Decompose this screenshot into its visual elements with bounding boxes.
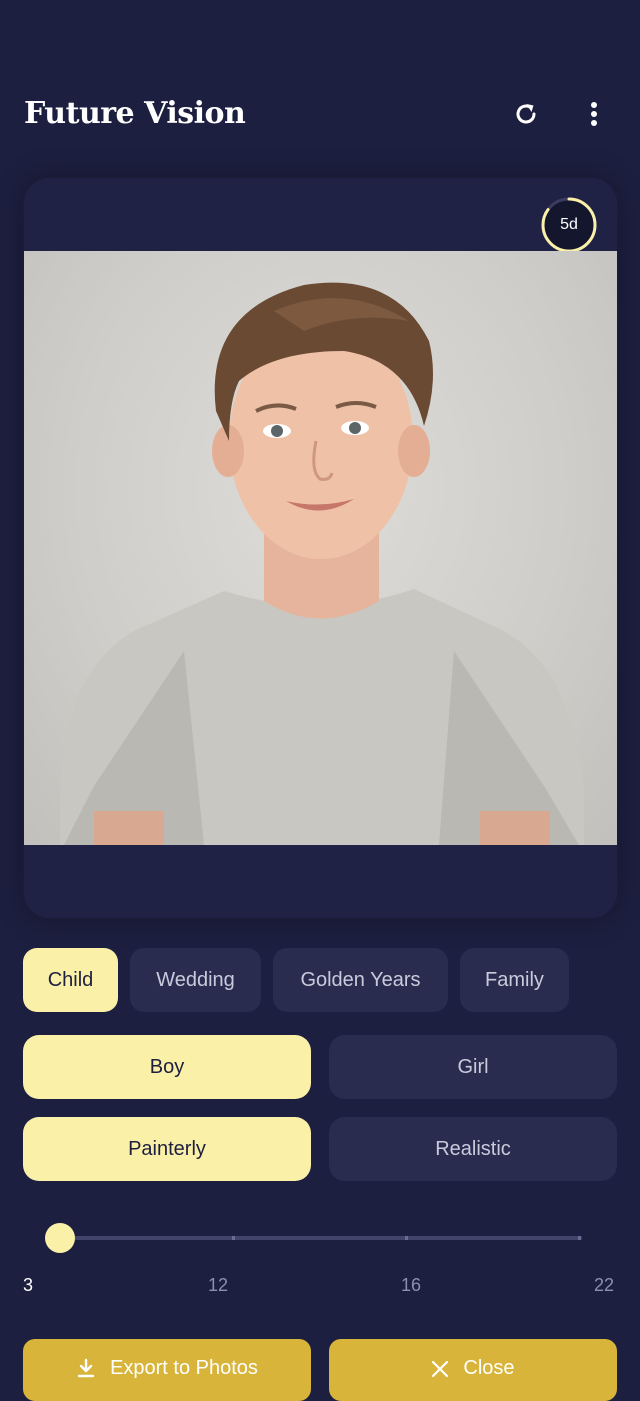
style-painterly-button[interactable]: Painterly xyxy=(23,1117,311,1181)
close-label: Close xyxy=(463,1357,515,1379)
age-tick-label: 12 xyxy=(208,1275,229,1295)
refresh-icon xyxy=(516,104,536,124)
slider-tick xyxy=(578,1236,581,1240)
gender-boy-button[interactable]: Boy xyxy=(23,1035,311,1099)
export-to-photos-button[interactable]: Export to Photos xyxy=(23,1339,311,1401)
badge-label: 5d xyxy=(560,216,578,233)
refresh-button[interactable] xyxy=(506,94,546,134)
close-icon xyxy=(432,1360,449,1378)
category-family-chip[interactable]: Family xyxy=(460,948,569,1012)
close-button[interactable]: Close xyxy=(329,1339,617,1401)
age-slider-track[interactable] xyxy=(60,1236,582,1240)
generated-portrait xyxy=(24,251,617,845)
slider-tick xyxy=(232,1236,235,1240)
style-realistic-button[interactable]: Realistic xyxy=(329,1117,617,1181)
slider-tick xyxy=(405,1236,408,1240)
page-title: Future Vision xyxy=(24,96,246,131)
app-header: Future Vision xyxy=(0,0,640,170)
more-options-button[interactable] xyxy=(574,94,614,134)
export-label: Export to Photos xyxy=(110,1357,258,1379)
more-vertical-icon xyxy=(591,102,597,126)
category-wedding-chip[interactable]: Wedding xyxy=(130,948,261,1012)
preview-card: 5d xyxy=(24,178,617,918)
category-golden-years-chip[interactable]: Golden Years xyxy=(273,948,448,1012)
age-tick-label: 16 xyxy=(401,1275,422,1295)
download-icon xyxy=(77,1358,95,1378)
time-remaining-badge: 5d xyxy=(540,196,598,254)
age-tick-label: 3 xyxy=(23,1275,34,1295)
age-slider-thumb[interactable] xyxy=(45,1223,75,1253)
age-tick-label: 22 xyxy=(594,1275,615,1295)
gender-girl-button[interactable]: Girl xyxy=(329,1035,617,1099)
category-child-chip[interactable]: Child xyxy=(23,948,118,1012)
